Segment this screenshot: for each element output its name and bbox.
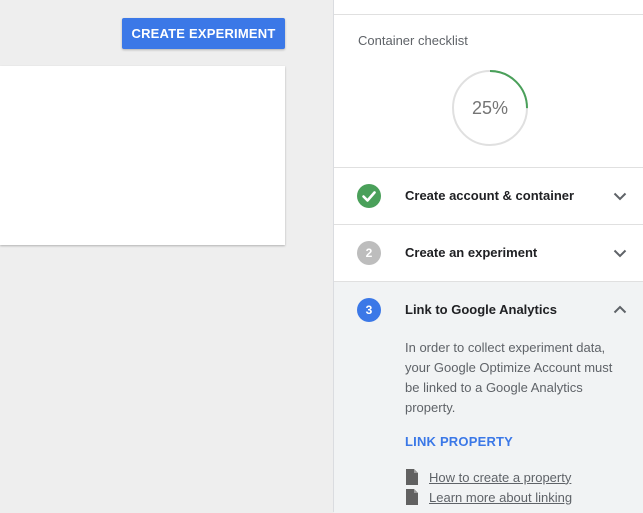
step-label: Create account & container [405,188,575,203]
progress-percent: 25% [471,98,509,118]
experiments-area: CREATE EXPERIMENT [0,0,333,512]
help-link-label[interactable]: Learn more about linking [429,490,572,505]
checklist-step-create-account[interactable]: Create account & container [334,167,643,224]
step-label: Link to Google Analytics [405,302,557,317]
document-icon [406,469,418,485]
check-icon [357,184,381,208]
step-description: In order to collect experiment data, you… [405,340,613,415]
link-property-button[interactable]: LINK PROPERTY [405,434,513,449]
create-experiment-button[interactable]: CREATE EXPERIMENT [122,18,285,49]
help-link-learn-linking[interactable]: Learn more about linking [405,488,572,506]
checklist-step-create-experiment[interactable]: 2 Create an experiment [334,224,643,281]
help-link-create-property[interactable]: How to create a property [405,468,571,486]
help-link-label[interactable]: How to create a property [429,470,571,485]
checklist-step-link-analytics[interactable]: 3 Link to Google Analytics In order to c… [334,281,643,513]
chevron-down-icon[interactable] [611,187,629,205]
chevron-up-icon[interactable] [611,301,629,319]
step-label: Create an experiment [405,245,538,260]
experiments-card [0,66,285,245]
divider [334,14,643,15]
chevron-down-icon[interactable] [611,244,629,262]
container-checklist-panel: Container checklist 25% Create account &… [333,0,643,513]
step-number-badge: 3 [357,298,381,322]
checklist-title: Container checklist [358,33,468,48]
step-number-badge: 2 [357,241,381,265]
document-icon [406,489,418,505]
